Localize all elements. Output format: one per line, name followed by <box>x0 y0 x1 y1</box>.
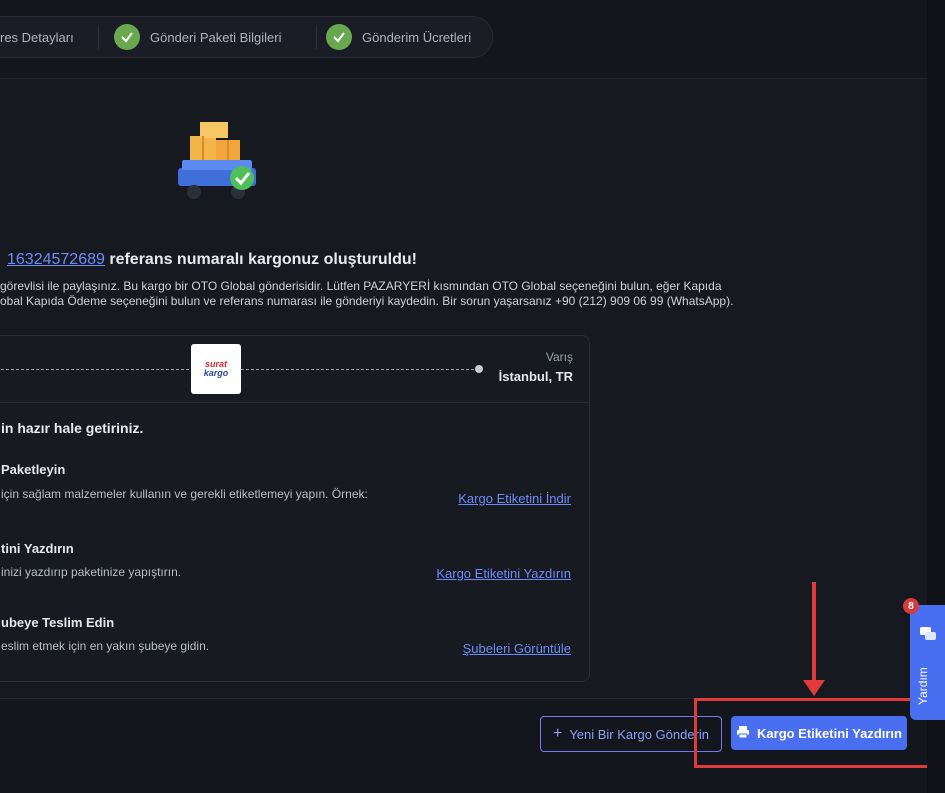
new-shipment-label: Yeni Bir Kargo Gönderin <box>569 726 710 742</box>
annotation-highlight-box <box>694 698 934 768</box>
top-bar: res Detayları Gönderi Paketi Bilgileri G… <box>0 0 945 72</box>
destination-dot <box>475 365 483 373</box>
annotation-arrow <box>812 582 816 682</box>
step-label: res Detayları <box>0 29 74 45</box>
annotation-arrow-head <box>803 680 825 696</box>
step-package-info[interactable]: Gönderi Paketi Bilgileri <box>114 17 282 57</box>
instruction-step-desc: için sağlam malzemeler kullanın ve gerek… <box>1 487 368 501</box>
print-label-link[interactable]: Kargo Etiketini Yazdırın <box>436 566 571 581</box>
check-icon <box>114 24 140 50</box>
step-label: Gönderi Paketi Bilgileri <box>150 29 282 45</box>
help-label: Yardım <box>916 667 930 705</box>
destination: Varış İstanbul, TR <box>499 350 573 384</box>
success-headline: 16324572689 referans numaralı kargonuz o… <box>7 251 417 269</box>
plus-icon: + <box>552 725 563 742</box>
help-badge: 8 <box>903 598 919 614</box>
help-tab[interactable]: Yardım <box>910 605 945 720</box>
step-label: Gönderim Ücretleri <box>362 29 472 45</box>
instruction-step-title: tini Yazdırın <box>1 541 74 556</box>
instruction-step-title: ubeye Teslim Edin <box>1 615 115 630</box>
step-divider <box>80 25 99 49</box>
route-bar: surat kargo Varış İstanbul, TR <box>0 336 589 403</box>
shipment-truck-illustration <box>172 120 262 210</box>
progress-stepper: res Detayları Gönderi Paketi Bilgileri G… <box>0 16 493 58</box>
view-branches-link[interactable]: Şubeleri Görüntüle <box>463 641 571 656</box>
instruction-step-title: Paketleyin <box>1 462 66 477</box>
shipment-card: surat kargo Varış İstanbul, TR in hazır … <box>0 335 590 682</box>
download-label-link[interactable]: Kargo Etiketini İndir <box>458 491 571 506</box>
destination-city: İstanbul, TR <box>498 369 573 384</box>
headline-text: referans numaralı kargonuz oluşturuldu! <box>104 251 417 268</box>
carrier-logo: surat kargo <box>191 344 241 394</box>
success-description: görevlisi ile paylaşınız. Bu kargo bir O… <box>0 279 820 309</box>
check-icon <box>326 24 352 50</box>
instruction-step-desc: inizi yazdırıp paketinize yapıştırın. <box>1 565 182 579</box>
instructions-title: in hazır hale getiriniz. <box>1 420 144 436</box>
carrier-logo-text: kargo <box>203 368 229 378</box>
step-shipping-fees[interactable]: Gönderim Ücretleri <box>326 17 471 57</box>
description-line: obal Kapıda Ödeme seçeneğini bulun ve re… <box>0 294 734 308</box>
chat-icon <box>919 625 937 648</box>
instruction-step-desc: eslim etmek için en yakın şubeye gidin. <box>1 639 210 653</box>
destination-label: Varış <box>545 350 573 364</box>
step-address-details[interactable]: res Detayları <box>0 17 74 57</box>
step-divider <box>298 25 317 49</box>
reference-number-link[interactable]: 16324572689 <box>7 251 105 268</box>
description-line: görevlisi ile paylaşınız. Bu kargo bir O… <box>0 279 722 293</box>
